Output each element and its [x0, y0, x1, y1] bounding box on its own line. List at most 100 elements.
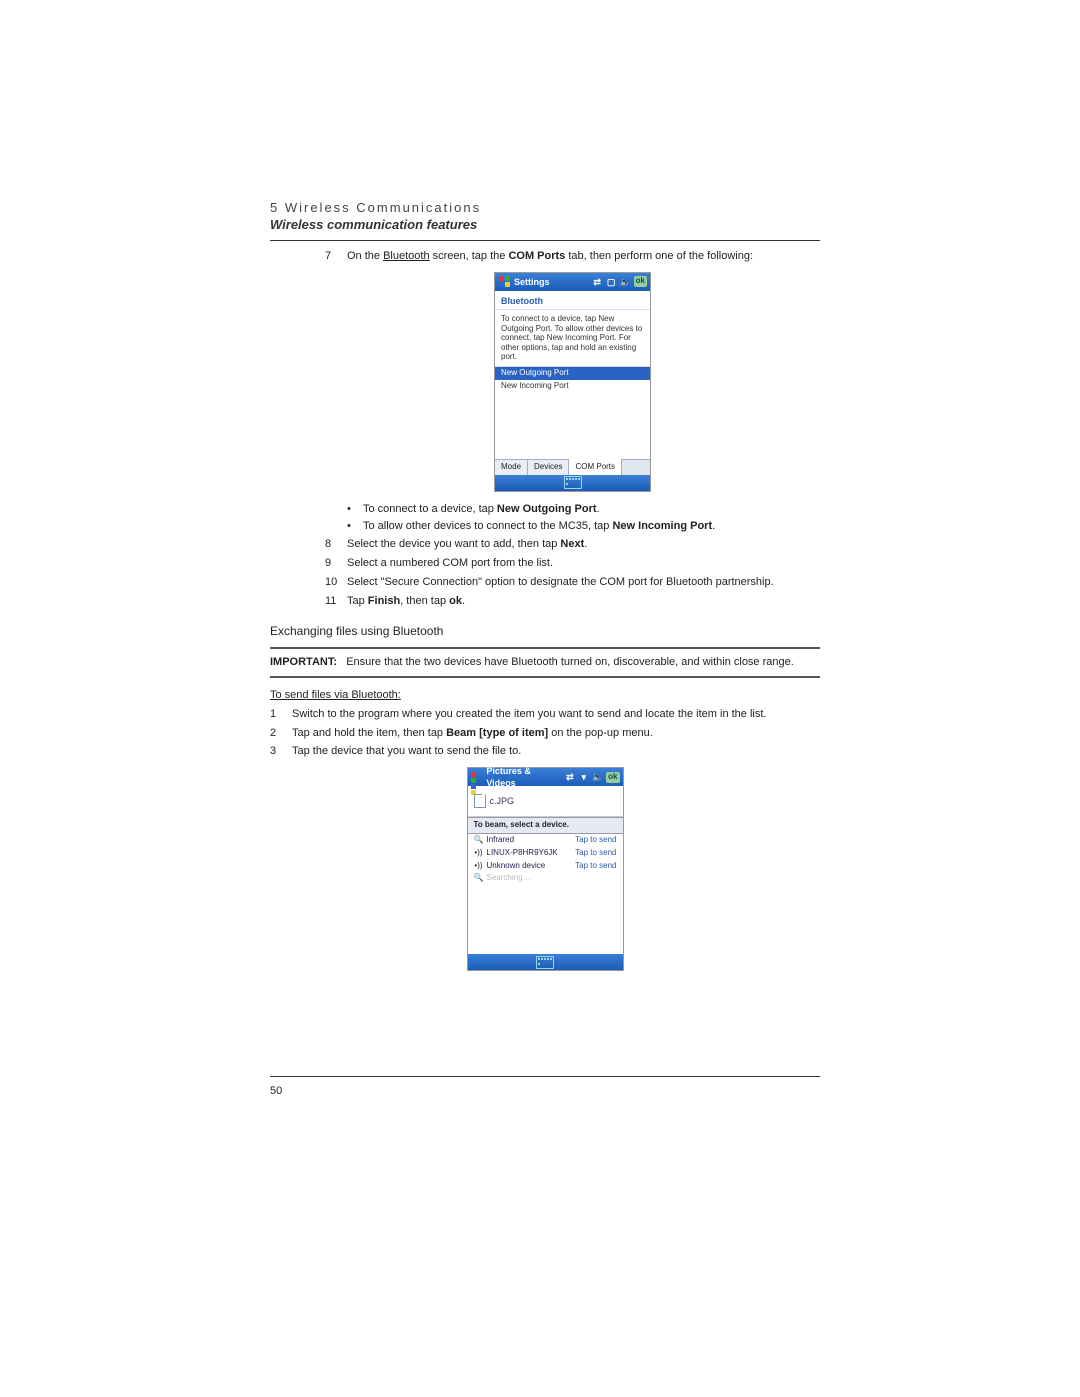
bold-text: New Outgoing Port — [497, 503, 597, 515]
device-name: LINUX-P8HR9Y6JK — [487, 848, 576, 859]
step-11: 11Tap Finish, then tap ok. — [325, 594, 820, 609]
bold-text: COM Ports — [508, 250, 565, 262]
device-name: Infrared — [487, 835, 576, 846]
file-row: c.JPG — [468, 786, 623, 817]
bullet-item: • To connect to a device, tap New Outgoi… — [347, 502, 820, 517]
procedure-heading: To send files via Bluetooth: — [270, 688, 820, 703]
tap-to-send: Tap to send — [575, 861, 616, 872]
bullet-text: To allow other devices to connect to the… — [363, 519, 820, 534]
text: on the pop-up menu. — [548, 727, 653, 739]
bold-text: ok — [449, 595, 462, 607]
keyboard-icon — [564, 476, 582, 489]
send-step-2: 2Tap and hold the item, then tap Beam [t… — [270, 726, 820, 741]
titlebar: Pictures & Videos ⇄ ▾ 🔈 ok — [468, 768, 623, 786]
subheading-exchanging-files: Exchanging files using Bluetooth — [270, 623, 820, 639]
header-rule — [270, 240, 820, 241]
bottom-bar — [468, 954, 623, 970]
signal-icon: •)) — [474, 861, 484, 872]
signal-icon: ▾ — [578, 771, 589, 783]
bluetooth-subhead: Bluetooth — [495, 291, 650, 310]
step-9: 9Select a numbered COM port from the lis… — [325, 556, 820, 571]
tap-to-send: Tap to send — [575, 835, 616, 846]
text: . — [462, 595, 465, 607]
speaker-icon: 🔈 — [592, 771, 603, 783]
step-number: 9 — [325, 556, 347, 571]
search-icon: 🔍 — [474, 835, 484, 846]
connectivity-icon: ⇄ — [565, 771, 576, 783]
step-number: 11 — [325, 594, 347, 609]
text: . — [597, 503, 600, 515]
section-title: Wireless communication features — [270, 217, 820, 232]
title-text: Settings — [514, 276, 550, 288]
chapter-title: 5 Wireless Communications — [270, 200, 820, 215]
step-number: 3 — [270, 744, 292, 759]
bullet-item: • To allow other devices to connect to t… — [347, 519, 820, 534]
tab-bar: Mode Devices COM Ports — [495, 459, 650, 475]
tab-mode: Mode — [495, 460, 528, 475]
step-text: Switch to the program where you created … — [292, 707, 820, 722]
file-name: c.JPG — [490, 795, 515, 807]
important-text: Ensure that the two devices have Bluetoo… — [346, 656, 794, 668]
footer-rule — [270, 1076, 820, 1077]
step-number: 8 — [325, 537, 347, 552]
keyboard-icon — [536, 956, 554, 969]
signal-icon: ▢ — [606, 276, 617, 288]
step-number: 2 — [270, 726, 292, 741]
titlebar: Settings ⇄ ▢ 🔈 ok — [495, 273, 650, 291]
important-note: IMPORTANT: Ensure that the two devices h… — [270, 647, 820, 678]
text: . — [584, 538, 587, 550]
send-step-3: 3Tap the device that you want to send th… — [270, 744, 820, 759]
text: To allow other devices to connect to the… — [363, 520, 612, 532]
text: . — [712, 520, 715, 532]
screenshot-settings-comports: Settings ⇄ ▢ 🔈 ok Bluetooth To connect t… — [494, 272, 651, 492]
step-number: 7 — [325, 249, 347, 264]
device-row: 🔍InfraredTap to send — [468, 834, 623, 847]
bottom-bar — [495, 475, 650, 491]
important-label: IMPORTANT: — [270, 656, 337, 668]
bold-text: Finish — [368, 595, 400, 607]
step-8: 8Select the device you want to add, then… — [325, 537, 820, 552]
text: tab, then perform one of the following: — [565, 250, 753, 262]
screenshot-beam-device-list: Pictures & Videos ⇄ ▾ 🔈 ok c.JPG To beam… — [467, 767, 624, 971]
text: Tap — [347, 595, 368, 607]
ok-button: ok — [634, 276, 647, 287]
device-name: Unknown device — [487, 861, 576, 872]
bluetooth-link: Bluetooth — [383, 250, 429, 262]
step-text: Select the device you want to add, then … — [347, 537, 820, 552]
page-content: 7 On the Bluetooth screen, tap the COM P… — [270, 249, 820, 971]
bold-text: Beam [type of item] — [446, 727, 548, 739]
bullet-text: To connect to a device, tap New Outgoing… — [363, 502, 820, 517]
text: , then tap — [400, 595, 449, 607]
step-7: 7 On the Bluetooth screen, tap the COM P… — [325, 249, 820, 264]
step-text: Select a numbered COM port from the list… — [347, 556, 820, 571]
start-icon — [471, 771, 483, 783]
text: Tap and hold the item, then tap — [292, 727, 446, 739]
step-number: 10 — [325, 575, 347, 590]
document-page: 5 Wireless Communications Wireless commu… — [0, 0, 1080, 1397]
list-item: New Incoming Port — [495, 380, 650, 393]
start-icon — [498, 276, 510, 288]
bullet-list: • To connect to a device, tap New Outgoi… — [347, 502, 820, 534]
beam-header: To beam, select a device. — [468, 817, 623, 834]
signal-icon: •)) — [474, 848, 484, 859]
step-text: Tap the device that you want to send the… — [292, 744, 820, 759]
speaker-icon: 🔈 — [620, 276, 631, 288]
title-text: Pictures & Videos — [486, 765, 561, 789]
step-text: Tap and hold the item, then tap Beam [ty… — [292, 726, 820, 741]
device-list: 🔍InfraredTap to send •))LINUX-P8HR9Y6JKT… — [468, 834, 623, 954]
bold-text: Next — [560, 538, 584, 550]
text: On the — [347, 250, 383, 262]
device-row-searching: 🔍Searching… — [468, 872, 623, 885]
file-icon — [474, 794, 486, 808]
instructions: To connect to a device, tap New Outgoing… — [495, 310, 650, 367]
send-step-1: 1Switch to the program where you created… — [270, 707, 820, 722]
tap-to-send: Tap to send — [575, 848, 616, 859]
step-text: Tap Finish, then tap ok. — [347, 594, 820, 609]
searching-label: Searching… — [487, 873, 617, 884]
list-item-selected: New Outgoing Port — [495, 367, 650, 380]
device-row: •))LINUX-P8HR9Y6JKTap to send — [468, 847, 623, 860]
step-text: On the Bluetooth screen, tap the COM Por… — [347, 249, 820, 264]
text: Select the device you want to add, then … — [347, 538, 560, 550]
ok-button: ok — [606, 772, 619, 783]
port-list: New Outgoing Port New Incoming Port — [495, 367, 650, 459]
